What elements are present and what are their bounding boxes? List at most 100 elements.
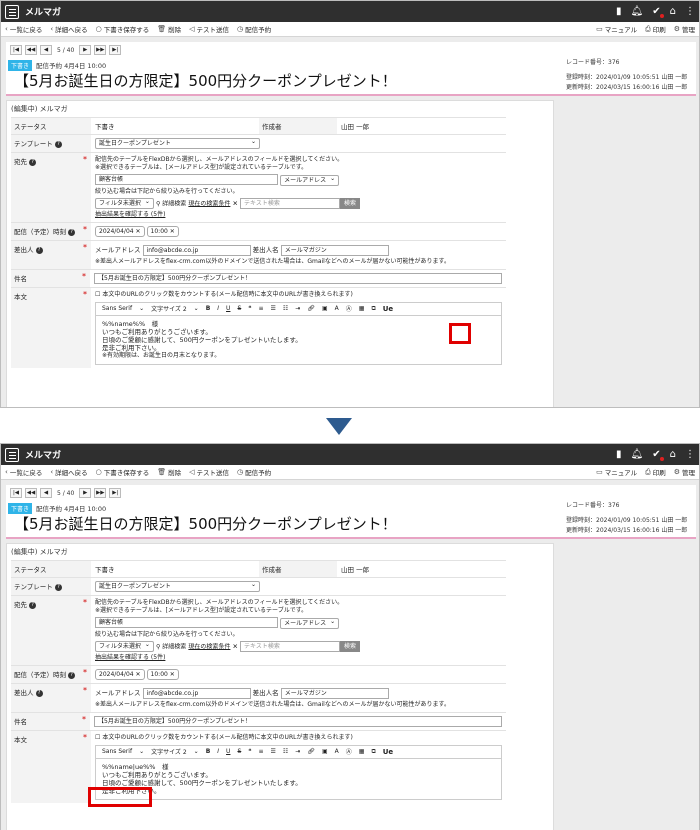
- prev-fast-button[interactable]: ◀◀: [25, 488, 37, 498]
- help-icon[interactable]: ?: [35, 689, 43, 697]
- sender-name-input[interactable]: メールマガジン: [280, 244, 389, 256]
- link-icon[interactable]: 🔗︎: [307, 748, 315, 755]
- last-page-button[interactable]: ▶|: [109, 488, 122, 498]
- schedule-send-button[interactable]: ◷ 配信予約: [237, 467, 271, 477]
- prev-button[interactable]: ◀: [40, 45, 52, 55]
- date-input[interactable]: 2024/04/04 ✕: [95, 226, 145, 237]
- check-icon[interactable]: ✔: [652, 449, 664, 461]
- text-search-input[interactable]: テキスト検索: [240, 197, 341, 209]
- bold-button[interactable]: B: [206, 748, 211, 755]
- strike-button[interactable]: S: [237, 748, 241, 755]
- copy-icon[interactable]: ⧉: [371, 748, 375, 756]
- indent-icon[interactable]: ⇥: [295, 305, 300, 312]
- menu-icon[interactable]: [5, 447, 19, 462]
- admin-button[interactable]: ⚙ 管理: [674, 467, 695, 477]
- detail-search-button[interactable]: ⚲ 詳細検索: [156, 200, 186, 207]
- first-page-button[interactable]: |◀: [10, 45, 22, 55]
- delete-button[interactable]: 🗑︎ 削除: [157, 24, 181, 34]
- dest-field-select[interactable]: メールアドレス: [280, 174, 340, 186]
- checkbox[interactable]: ☐: [95, 291, 100, 298]
- help-icon[interactable]: ?: [68, 228, 76, 236]
- back-to-list-button[interactable]: ‹ 一覧に戻る: [5, 24, 42, 34]
- print-button[interactable]: ⎙ 印刷: [645, 467, 666, 478]
- list-bullet-icon[interactable]: ☷: [283, 748, 288, 755]
- help-icon[interactable]: ?: [29, 601, 37, 609]
- image-icon[interactable]: ▣: [322, 305, 328, 312]
- next-fast-button[interactable]: ▶▶: [94, 45, 107, 55]
- dest-field-select[interactable]: メールアドレス: [280, 617, 340, 629]
- menu-icon[interactable]: [5, 4, 19, 19]
- template-select[interactable]: 誕生日クーポンプレゼント: [95, 137, 260, 149]
- clear-format-icon[interactable]: Ⓐ: [346, 747, 352, 756]
- close-icon[interactable]: ✕: [232, 642, 237, 650]
- home-icon[interactable]: ⌂: [670, 449, 676, 460]
- more-icon[interactable]: ⋮: [685, 6, 695, 17]
- strike-button[interactable]: S: [237, 305, 241, 312]
- text-color-icon[interactable]: A: [335, 305, 339, 312]
- last-page-button[interactable]: ▶|: [109, 45, 122, 55]
- prev-fast-button[interactable]: ◀◀: [25, 45, 37, 55]
- indent-icon[interactable]: ⇥: [295, 748, 300, 755]
- next-button[interactable]: ▶: [79, 488, 92, 498]
- font-select[interactable]: Sans Serif: [102, 748, 132, 755]
- align-icon[interactable]: ≡: [259, 748, 264, 755]
- help-icon[interactable]: ?: [54, 140, 62, 148]
- text-search-input[interactable]: テキスト検索: [240, 640, 341, 652]
- list-ordered-icon[interactable]: ☰: [271, 305, 276, 312]
- current-condition-link[interactable]: 現在の検索条件: [188, 643, 230, 650]
- dest-table-input[interactable]: 顧客台帳: [95, 174, 278, 185]
- underline-button[interactable]: U: [226, 748, 230, 755]
- text-color-icon[interactable]: A: [335, 748, 339, 755]
- time-input[interactable]: 10:00 ✕: [146, 669, 179, 680]
- ue-button[interactable]: Ue: [383, 748, 393, 756]
- sender-name-input[interactable]: メールマガジン: [280, 687, 389, 699]
- bell-icon[interactable]: 🔔︎: [631, 449, 644, 460]
- dest-table-input[interactable]: 顧客台帳: [95, 617, 278, 628]
- extract-result-link[interactable]: 抽出結果を確認する (5件): [95, 211, 502, 219]
- back-to-list-button[interactable]: ‹ 一覧に戻る: [5, 467, 42, 477]
- back-to-detail-button[interactable]: ‹ 詳細へ戻る: [50, 467, 87, 477]
- help-icon[interactable]: ?: [35, 246, 43, 254]
- current-condition-link[interactable]: 現在の検索条件: [188, 200, 230, 207]
- next-fast-button[interactable]: ▶▶: [94, 488, 107, 498]
- close-icon[interactable]: ✕: [232, 199, 237, 207]
- checkbox[interactable]: ☐: [95, 734, 100, 741]
- align-icon[interactable]: ≡: [259, 305, 264, 312]
- prev-button[interactable]: ◀: [40, 488, 52, 498]
- test-send-button[interactable]: ◁ テスト送信: [189, 467, 229, 477]
- check-icon[interactable]: ✔: [652, 6, 664, 18]
- manual-button[interactable]: ▭ マニュアル: [596, 24, 637, 34]
- help-icon[interactable]: ?: [54, 583, 62, 591]
- help-icon[interactable]: ?: [29, 158, 37, 166]
- detail-search-button[interactable]: ⚲ 詳細検索: [156, 643, 186, 650]
- table-icon[interactable]: ▦: [359, 305, 365, 312]
- search-button[interactable]: 検索: [340, 197, 361, 209]
- extract-result-link[interactable]: 抽出結果を確認する (5件): [95, 654, 502, 662]
- book-icon[interactable]: ▮: [616, 449, 622, 460]
- sender-email-input[interactable]: info@abcde.co.jp: [142, 687, 251, 699]
- admin-button[interactable]: ⚙ 管理: [674, 24, 695, 34]
- underline-button[interactable]: U: [226, 305, 230, 312]
- book-icon[interactable]: ▮: [616, 6, 622, 17]
- list-ordered-icon[interactable]: ☰: [271, 748, 276, 755]
- image-icon[interactable]: ▣: [322, 748, 328, 755]
- clear-format-icon[interactable]: Ⓐ: [346, 304, 352, 313]
- link-icon[interactable]: 🔗︎: [307, 305, 315, 312]
- help-icon[interactable]: ?: [68, 671, 76, 679]
- list-bullet-icon[interactable]: ☷: [283, 305, 288, 312]
- test-send-button[interactable]: ◁ テスト送信: [189, 24, 229, 34]
- table-icon[interactable]: ▦: [359, 748, 365, 755]
- editor-body[interactable]: %%name|ue%% 様 いつもご利用ありがとうございます。 日頃のご愛顧に感…: [95, 758, 502, 800]
- print-button[interactable]: ⎙ 印刷: [645, 24, 666, 35]
- size-select[interactable]: 文字サイズ 2: [151, 304, 187, 313]
- italic-button[interactable]: I: [217, 305, 219, 312]
- quote-button[interactable]: ❝: [248, 748, 251, 755]
- filter-select[interactable]: フィルタ未選択: [95, 640, 154, 652]
- bell-icon[interactable]: 🔔︎: [631, 6, 644, 17]
- subject-input[interactable]: 【5月お誕生日の方限定】500円分クーポンプレゼント！: [94, 272, 502, 284]
- manual-button[interactable]: ▭ マニュアル: [596, 467, 637, 477]
- editor-body[interactable]: %%name%% 様 いつもご利用ありがとうございます。 日頃のご愛顧に感謝して…: [95, 315, 502, 365]
- quote-button[interactable]: ❝: [248, 305, 251, 312]
- save-draft-button[interactable]: ○ 下書き保存する: [96, 24, 150, 34]
- template-select[interactable]: 誕生日クーポンプレゼント: [95, 580, 260, 592]
